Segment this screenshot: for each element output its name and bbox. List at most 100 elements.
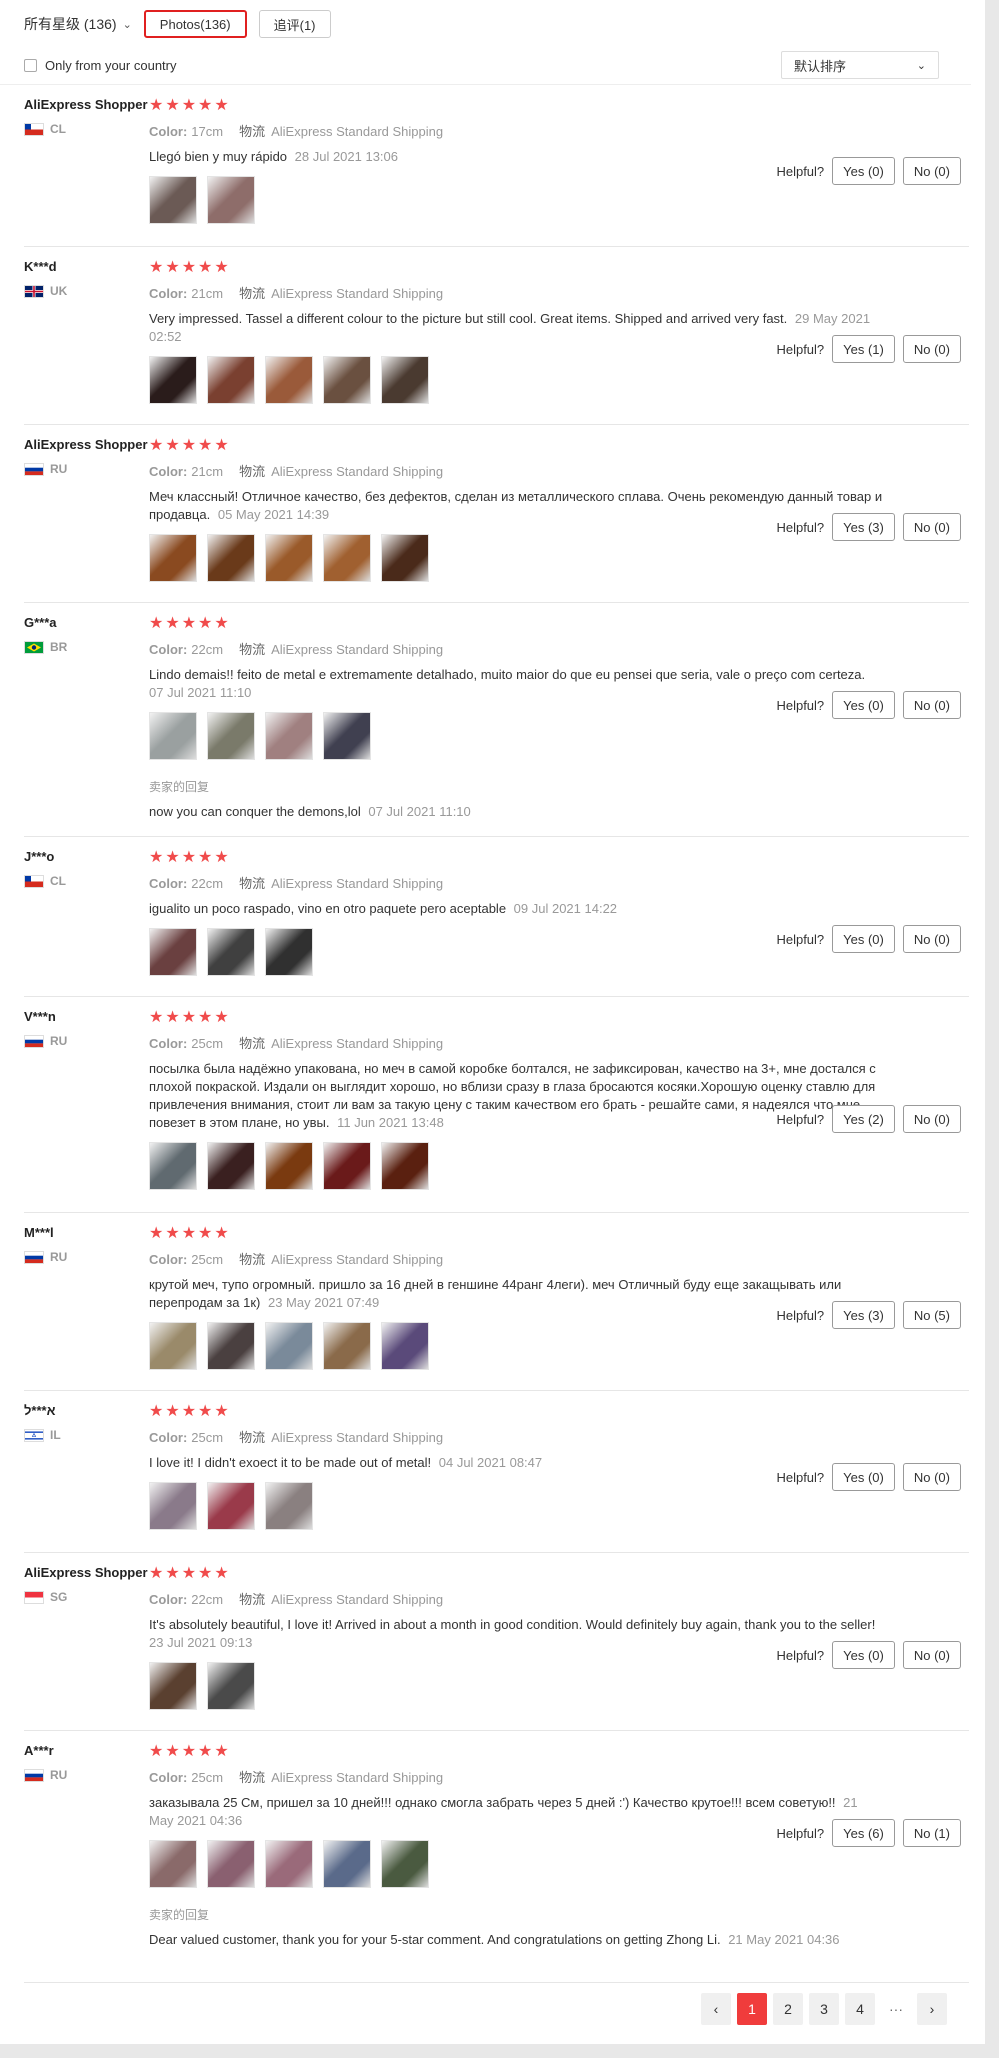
review-photo-thumb[interactable] — [381, 356, 429, 404]
helpful-yes-button[interactable]: Yes (0) — [832, 691, 895, 719]
country-checkbox[interactable] — [24, 58, 37, 72]
review-photo-thumb[interactable] — [265, 1322, 313, 1370]
helpful-yes-button[interactable]: Yes (2) — [832, 1105, 895, 1133]
review-photo-thumb[interactable] — [265, 928, 313, 976]
helpful-yes-button[interactable]: Yes (0) — [832, 1463, 895, 1491]
sort-dropdown[interactable]: 默认排序 ⌄ — [781, 51, 939, 79]
review-content: ★★★★★ Color: 22cm 物流 AliExpress Standard Shi… — [149, 849, 884, 976]
helpful-yes-button[interactable]: Yes (0) — [832, 925, 895, 953]
reviewer-name: AliExpress Shopper — [24, 97, 148, 112]
review-photo-thumb[interactable] — [207, 176, 255, 224]
review-date: 04 Jul 2021 08:47 — [435, 1455, 543, 1470]
review-photo-thumb[interactable] — [149, 1840, 197, 1888]
reviewer: א***ל IL — [24, 1403, 144, 1442]
country-code: IL — [50, 1428, 61, 1442]
review-photo-thumb[interactable] — [265, 1840, 313, 1888]
review-photos — [149, 356, 884, 404]
helpful-no-button[interactable]: No (1) — [902, 1819, 961, 1847]
review-text: Very impressed. Tassel a different colou… — [149, 310, 884, 346]
review-photo-thumb[interactable] — [207, 1840, 255, 1888]
page-button[interactable]: 1 — [737, 1993, 767, 2025]
review-photo-thumb[interactable] — [323, 534, 371, 582]
page-button[interactable]: 4 — [845, 1993, 875, 2025]
country-code: RU — [50, 1768, 68, 1782]
helpful-no-button[interactable]: No (0) — [902, 1641, 961, 1669]
review-photo-thumb[interactable] — [265, 534, 313, 582]
page-button[interactable]: 2 — [773, 1993, 803, 2025]
review-photos — [149, 1662, 884, 1710]
reviewer-name: K***d — [24, 259, 57, 274]
country-code: UK — [50, 284, 68, 298]
review-text: крутой меч, тупо огромный. пришло за 16 … — [149, 1276, 884, 1312]
helpful-no-button[interactable]: No (0) — [902, 1463, 961, 1491]
photos-tab[interactable]: Photos(136) — [143, 10, 247, 38]
page-ellipsis: ··· — [881, 1993, 911, 2025]
review-photo-thumb[interactable] — [149, 176, 197, 224]
prev-page-button[interactable]: ‹ — [701, 1993, 731, 2025]
helpful-label: Helpful? — [776, 931, 825, 947]
followup-tab[interactable]: 追评(1) — [258, 10, 331, 38]
review-photo-thumb[interactable] — [323, 1840, 371, 1888]
country-code: CL — [50, 874, 66, 888]
review-photo-thumb[interactable] — [381, 534, 429, 582]
review-photo-thumb[interactable] — [323, 1322, 371, 1370]
review-body: посылка была надёжно упакована, но меч в… — [149, 1061, 876, 1130]
review-photo-thumb[interactable] — [207, 1322, 255, 1370]
review-photo-thumb[interactable] — [207, 1482, 255, 1530]
review-photo-thumb[interactable] — [149, 712, 197, 760]
review-photo-thumb[interactable] — [149, 534, 197, 582]
review-photo-thumb[interactable] — [323, 356, 371, 404]
flag-icon — [24, 1768, 44, 1782]
review-photo-thumb[interactable] — [323, 712, 371, 760]
color-value: 22cm — [191, 876, 224, 891]
helpful-yes-button[interactable]: Yes (3) — [832, 513, 895, 541]
review-photo-thumb[interactable] — [149, 928, 197, 976]
review-photo-thumb[interactable] — [149, 1662, 197, 1710]
star-rating: ★★★★★ — [149, 1565, 231, 1582]
review-photos — [149, 1840, 884, 1888]
next-page-button[interactable]: › — [917, 1993, 947, 2025]
star-filter-dropdown[interactable]: 所有星级 (136) ⌄ — [24, 14, 132, 34]
helpful-no-button[interactable]: No (0) — [902, 925, 961, 953]
helpful-yes-button[interactable]: Yes (3) — [832, 1301, 895, 1329]
review-photo-thumb[interactable] — [207, 712, 255, 760]
helpful-votes: Helpful? Yes (0) No (0) — [776, 157, 961, 185]
helpful-label: Helpful? — [776, 697, 825, 713]
review-photo-thumb[interactable] — [207, 1662, 255, 1710]
helpful-yes-button[interactable]: Yes (0) — [832, 1641, 895, 1669]
review-photo-thumb[interactable] — [207, 534, 255, 582]
helpful-no-button[interactable]: No (0) — [902, 157, 961, 185]
helpful-no-button[interactable]: No (0) — [902, 335, 961, 363]
helpful-no-button[interactable]: No (0) — [902, 1105, 961, 1133]
country-filter[interactable]: Only from your country — [24, 58, 177, 73]
review-item: K***d UK ★★★★★ Color: 21cm 物流 AliExpress Stand… — [24, 247, 969, 425]
review-photo-thumb[interactable] — [381, 1142, 429, 1190]
review-photo-thumb[interactable] — [323, 1142, 371, 1190]
review-photo-thumb[interactable] — [149, 1322, 197, 1370]
shipping-method: AliExpress Standard Shipping — [271, 642, 444, 657]
review-photo-thumb[interactable] — [149, 356, 197, 404]
color-label: Color: — [149, 1592, 188, 1607]
review-photo-thumb[interactable] — [207, 356, 255, 404]
logistics-label: 物流 — [239, 642, 266, 657]
review-photo-thumb[interactable] — [207, 1142, 255, 1190]
helpful-no-button[interactable]: No (5) — [902, 1301, 961, 1329]
review-photo-thumb[interactable] — [265, 712, 313, 760]
helpful-yes-button[interactable]: Yes (6) — [832, 1819, 895, 1847]
review-photo-thumb[interactable] — [207, 928, 255, 976]
review-photo-thumb[interactable] — [149, 1142, 197, 1190]
seller-reply-date: 21 May 2021 04:36 — [724, 1932, 840, 1947]
helpful-no-button[interactable]: No (0) — [902, 691, 961, 719]
page-button[interactable]: 3 — [809, 1993, 839, 2025]
helpful-no-button[interactable]: No (0) — [902, 513, 961, 541]
review-body: I love it! I didn't exoect it to be made… — [149, 1455, 432, 1470]
review-photo-thumb[interactable] — [265, 1142, 313, 1190]
review-photo-thumb[interactable] — [265, 356, 313, 404]
review-photo-thumb[interactable] — [381, 1840, 429, 1888]
country-code: CL — [50, 122, 66, 136]
review-photo-thumb[interactable] — [381, 1322, 429, 1370]
helpful-yes-button[interactable]: Yes (0) — [832, 157, 895, 185]
review-photo-thumb[interactable] — [265, 1482, 313, 1530]
review-photo-thumb[interactable] — [149, 1482, 197, 1530]
helpful-yes-button[interactable]: Yes (1) — [832, 335, 895, 363]
